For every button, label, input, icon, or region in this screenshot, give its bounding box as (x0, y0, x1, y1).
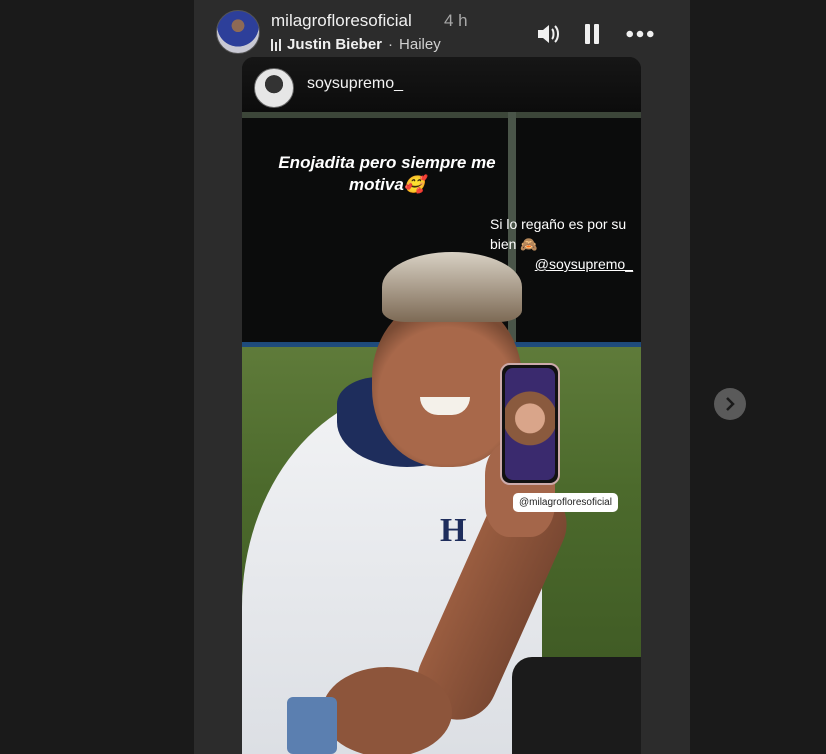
story-content[interactable]: soysupremo_ Enojadita pero siempre me mo… (242, 57, 641, 754)
author-avatar[interactable] (216, 10, 260, 54)
music-song: Hailey (399, 36, 441, 53)
shirt-crest: H (440, 512, 467, 549)
story-caption-side: Si lo regaño es por su bien 🙈 @soysuprem… (490, 214, 641, 274)
music-info[interactable]: Justin Bieber · Hailey (271, 36, 441, 53)
next-story-button[interactable] (714, 388, 746, 420)
shared-username[interactable]: soysupremo_ (307, 75, 403, 93)
story-header: milagrofloresoficial 4 h Justin Bieber ·… (216, 8, 676, 56)
pause-icon[interactable] (578, 20, 606, 48)
camera-foreground (512, 657, 641, 754)
phone-screen (505, 368, 555, 480)
background-goal-bar (242, 112, 641, 118)
held-phone (500, 363, 560, 485)
chevron-right-icon (726, 397, 735, 411)
mention-tag[interactable]: @milagrofloresoficial (513, 493, 618, 512)
music-separator: · (388, 36, 394, 53)
caption-side-text: Si lo regaño es por su bien 🙈 (490, 216, 627, 252)
speaker-icon[interactable] (534, 20, 562, 48)
music-artist: Justin Bieber (287, 36, 383, 53)
knee-band (287, 697, 337, 754)
shared-post-header: soysupremo_ (242, 57, 641, 112)
more-icon[interactable] (626, 20, 654, 48)
shared-user-avatar[interactable] (254, 68, 294, 108)
story-viewer: milagrofloresoficial 4 h Justin Bieber ·… (0, 0, 826, 754)
person-hair (382, 252, 522, 322)
author-username[interactable]: milagrofloresoficial (271, 11, 412, 31)
person-knee (322, 667, 452, 754)
story-caption-main: Enojadita pero siempre me motiva🥰 (278, 153, 496, 194)
music-bars-icon (271, 38, 281, 51)
post-time: 4 h (444, 11, 468, 30)
